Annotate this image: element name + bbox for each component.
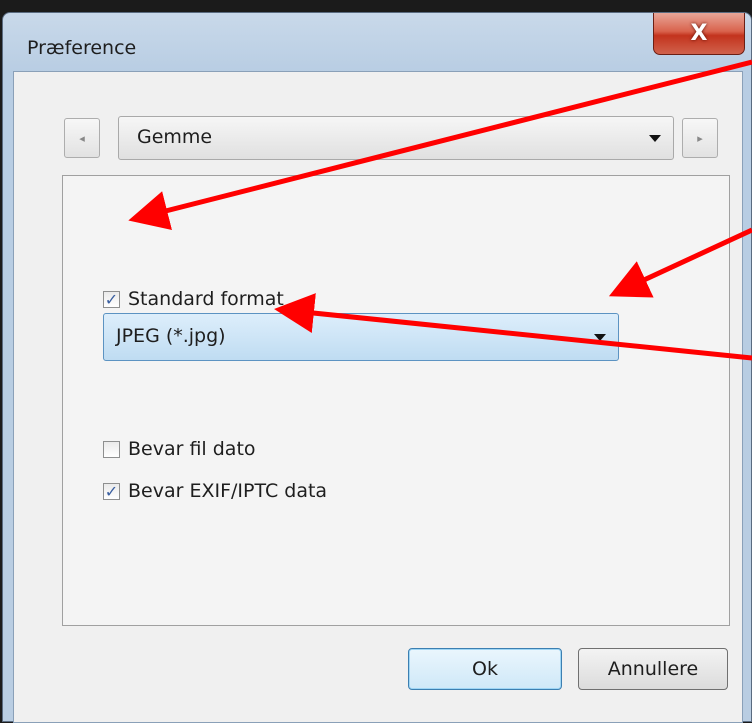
- keep-exif-label: Bevar EXIF/IPTC data: [128, 480, 328, 502]
- standard-format-option[interactable]: ✓ Standard format: [103, 288, 284, 310]
- keep-exif-checkbox[interactable]: ✓: [103, 482, 120, 500]
- standard-format-label: Standard format: [128, 288, 284, 310]
- format-select[interactable]: JPEG (*.jpg): [103, 313, 619, 361]
- ok-button[interactable]: Ok: [408, 648, 562, 690]
- chevron-down-icon: [649, 135, 661, 142]
- close-button[interactable]: X: [653, 13, 745, 55]
- category-select[interactable]: Gemme: [118, 116, 674, 160]
- dialog-client-area: ◂ Gemme ▸ ✓ Standard format JPEG (*.jpg)…: [13, 71, 743, 723]
- dialog-title: Præference: [27, 37, 137, 59]
- chevron-down-icon: [594, 334, 606, 341]
- category-select-value: Gemme: [137, 126, 213, 148]
- options-panel: ✓ Standard format JPEG (*.jpg) Bevar fil…: [62, 175, 730, 626]
- chevron-left-icon: ◂: [79, 131, 85, 145]
- keep-file-date-option[interactable]: Bevar fil dato: [103, 438, 256, 460]
- prev-category-button[interactable]: ◂: [64, 118, 100, 158]
- preference-dialog: Præference X ◂ Gemme ▸ ✓ Standard format…: [2, 12, 752, 723]
- close-icon: X: [690, 21, 708, 46]
- chevron-right-icon: ▸: [697, 131, 703, 145]
- keep-exif-option[interactable]: ✓ Bevar EXIF/IPTC data: [103, 480, 327, 502]
- keep-file-date-checkbox[interactable]: [103, 440, 120, 458]
- next-category-button[interactable]: ▸: [682, 118, 718, 158]
- standard-format-checkbox[interactable]: ✓: [103, 290, 120, 308]
- cancel-button[interactable]: Annullere: [578, 648, 728, 690]
- keep-file-date-label: Bevar fil dato: [128, 438, 256, 460]
- format-select-value: JPEG (*.jpg): [116, 325, 226, 347]
